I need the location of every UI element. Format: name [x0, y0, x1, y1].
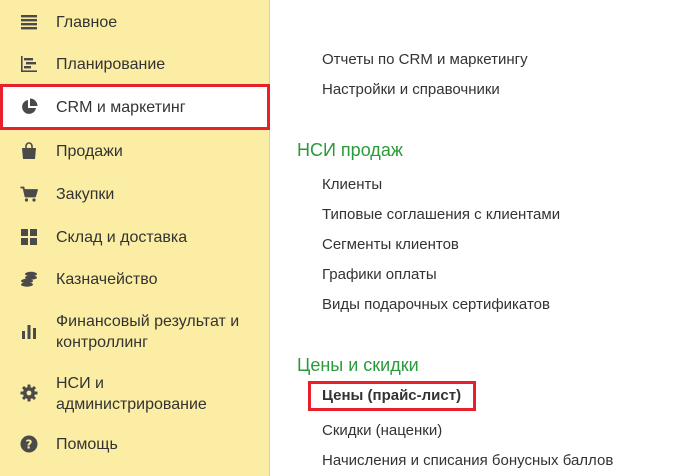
sidebar-item-label: CRM и маркетинг	[56, 99, 186, 116]
sidebar-item-label: Финансовый результат и контроллинг	[56, 313, 240, 351]
svg-text:?: ?	[26, 438, 33, 452]
link-gift-certificate-types[interactable]: Виды подарочных сертификатов	[322, 295, 550, 315]
warehouse-grid-icon	[20, 228, 38, 246]
gear-icon	[20, 384, 38, 402]
sidebar-item-label: НСИ и администрирование	[56, 375, 207, 413]
sidebar-item-planning[interactable]: Планирование	[0, 52, 270, 76]
sidebar-item-label: Продажи	[56, 143, 123, 160]
link-client-segments[interactable]: Сегменты клиентов	[322, 235, 459, 255]
sidebar-item-finance[interactable]: Финансовый результат и контроллинг	[0, 309, 270, 353]
coins-stack-icon	[20, 270, 38, 288]
link-bonus-points[interactable]: Начисления и списания бонусных баллов	[322, 451, 613, 471]
link-discounts[interactable]: Скидки (наценки)	[322, 421, 442, 441]
link-clients[interactable]: Клиенты	[322, 175, 382, 195]
sidebar-item-main[interactable]: Главное	[0, 10, 270, 34]
sidebar-item-label: Планирование	[56, 56, 166, 73]
link-price-list[interactable]: Цены (прайс-лист)	[308, 381, 477, 411]
planning-chart-icon	[20, 55, 38, 73]
sidebar-item-admin[interactable]: НСИ и администрирование	[0, 371, 270, 415]
bar-chart-icon	[20, 322, 38, 340]
sidebar-item-sales[interactable]: Продажи	[0, 139, 270, 163]
sidebar-item-crm[interactable]: CRM и маркетинг	[0, 84, 270, 130]
sidebar-item-label: Склад и доставка	[56, 229, 188, 246]
sidebar-item-purchases[interactable]: Закупки	[0, 182, 270, 206]
sidebar-item-label: Главное	[56, 14, 118, 31]
menu-lines-icon	[20, 13, 38, 31]
sidebar-item-treasury[interactable]: Казначейство	[0, 267, 270, 291]
link-settings[interactable]: Настройки и справочники	[322, 80, 500, 100]
section-title-prices-discounts: Цены и скидки	[297, 355, 419, 375]
sidebar-item-help[interactable]: ? Помощь	[0, 432, 270, 456]
question-icon: ?	[20, 435, 38, 453]
sidebar: Главное Планирование CRM и маркетинг Про…	[0, 0, 270, 476]
shopping-cart-icon	[20, 185, 38, 203]
pie-chart-icon	[20, 98, 38, 116]
sidebar-item-label: Закупки	[56, 186, 115, 203]
section-title-sales-nsi: НСИ продаж	[297, 140, 403, 160]
shopping-bag-icon	[20, 142, 38, 160]
sidebar-item-label: Помощь	[56, 436, 118, 453]
link-typical-agreements[interactable]: Типовые соглашения с клиентами	[322, 205, 560, 225]
link-payment-schedules[interactable]: Графики оплаты	[322, 265, 437, 285]
sidebar-item-label: Казначейство	[56, 271, 158, 288]
link-crm-reports[interactable]: Отчеты по CRM и маркетингу	[322, 50, 528, 70]
sidebar-item-warehouse[interactable]: Склад и доставка	[0, 225, 270, 249]
